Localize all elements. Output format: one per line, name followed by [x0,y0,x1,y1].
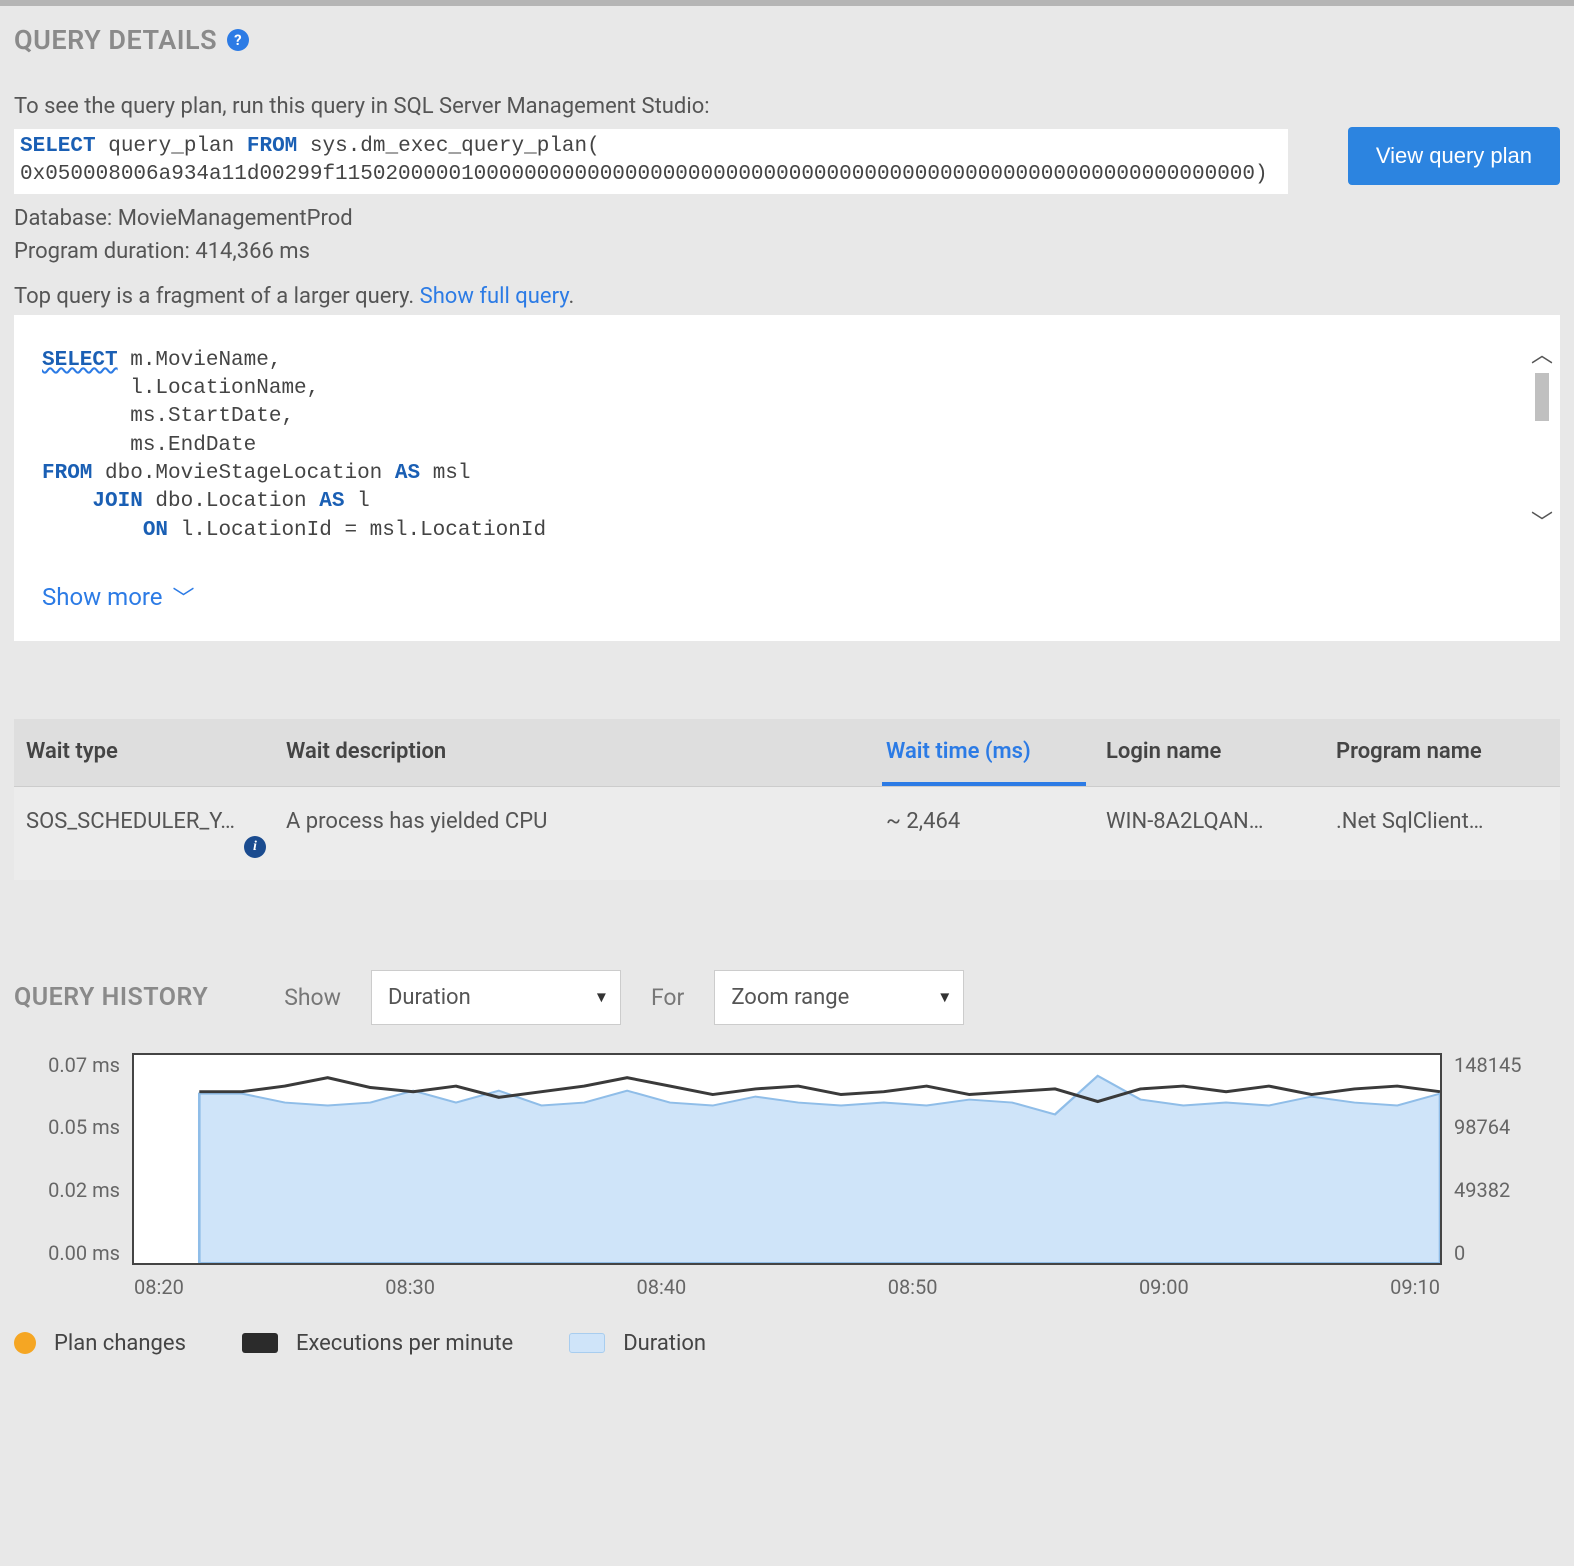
show-select[interactable]: Duration [371,970,621,1025]
scroll-down-icon[interactable]: ﹀ [1531,513,1553,535]
for-label: For [651,984,684,1011]
history-chart[interactable] [132,1053,1442,1265]
chevron-down-icon: ﹀ [173,581,195,613]
col-wait-time[interactable]: Wait time (ms) [886,739,1106,764]
cell-login: WIN-8A2LQAN… [1106,809,1336,834]
fragment-text: Top query is a fragment of a larger quer… [14,284,420,309]
wait-table-header: Wait type Wait description Wait time (ms… [14,719,1560,787]
cell-program: .Net SqlClient… [1336,809,1548,834]
database-value: MovieManagementProd [118,206,353,231]
scroll-thumb[interactable] [1535,373,1549,421]
show-more-link[interactable]: Show more ﹀ [42,581,195,613]
duration-swatch [569,1333,605,1353]
help-icon[interactable]: ? [227,29,249,51]
legend-plan-changes: Plan changes [54,1331,186,1356]
database-label: Database: [14,206,118,231]
duration-value: 414,366 ms [195,239,310,264]
sql-code: SELECT m.MovieName, l.LocationName, ms.S… [42,347,1532,547]
cell-wait-type: SOS_SCHEDULER_Y… [26,809,235,834]
info-icon[interactable]: i [244,836,266,858]
col-login[interactable]: Login name [1106,739,1336,764]
y-axis-left: 0.07 ms 0.05 ms 0.02 ms 0.00 ms [14,1053,124,1265]
intro-text: To see the query plan, run this query in… [14,94,1560,119]
col-program[interactable]: Program name [1336,739,1548,764]
duration-label: Program duration: [14,239,195,264]
y-axis-right: 148145 98764 49382 0 [1450,1053,1560,1265]
plan-changes-swatch [14,1332,36,1354]
sql-fragment-box: SELECT m.MovieName, l.LocationName, ms.S… [14,315,1560,641]
show-full-query-link[interactable]: Show full query [420,284,569,309]
executions-swatch [242,1333,278,1353]
legend-executions: Executions per minute [296,1331,513,1356]
sql-scrollbar[interactable]: ︿ ﹀ [1530,345,1554,535]
col-wait-type[interactable]: Wait type [26,739,286,764]
view-query-plan-button[interactable]: View query plan [1348,127,1560,185]
table-row[interactable]: SOS_SCHEDULER_Y… i A process has yielded… [14,787,1560,880]
cell-wait-desc: A process has yielded CPU [286,809,886,834]
show-label: Show [284,984,341,1011]
for-select[interactable]: Zoom range [714,970,964,1025]
chart-legend: Plan changes Executions per minute Durat… [14,1331,1560,1356]
legend-duration: Duration [623,1331,706,1356]
x-axis-ticks: 08:20 08:30 08:40 08:50 09:00 09:10 [124,1275,1450,1299]
plan-query-code: SELECT query_plan FROM sys.dm_exec_query… [14,129,1288,194]
query-details-title: QUERY DETAILS [14,24,217,56]
cell-wait-time: ~ 2,464 [886,809,1106,834]
col-wait-desc[interactable]: Wait description [286,739,886,764]
scroll-up-icon[interactable]: ︿ [1531,345,1553,367]
query-history-title: QUERY HISTORY [14,983,208,1012]
